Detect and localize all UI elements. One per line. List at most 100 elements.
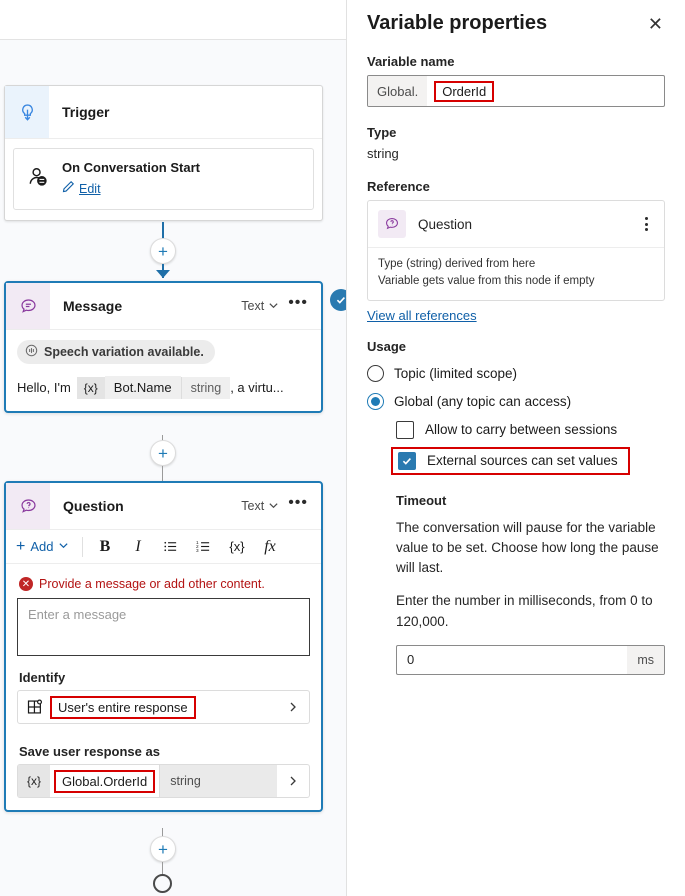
checkbox-external-sources-label: External sources can set values bbox=[427, 453, 618, 468]
error-circle-icon: ✕ bbox=[19, 577, 33, 591]
question-kind-label[interactable]: Text bbox=[241, 499, 264, 513]
checkbox-external-sources-row[interactable]: External sources can set values bbox=[391, 447, 630, 475]
variable-properties-panel: Variable properties ✕ Variable name Glob… bbox=[347, 0, 685, 896]
more-horizontal-icon[interactable]: ••• bbox=[283, 298, 311, 314]
checkbox-external-sources[interactable] bbox=[398, 452, 416, 470]
timeout-field[interactable]: 0 ms bbox=[396, 645, 665, 675]
pencil-icon bbox=[62, 180, 75, 199]
message-text-prefix: Hello, I'm bbox=[17, 380, 71, 395]
trigger-edit-link[interactable]: Edit bbox=[79, 180, 101, 198]
message-bubble-icon bbox=[6, 283, 50, 329]
canvas-topbar bbox=[0, 0, 347, 40]
chevron-right-icon[interactable] bbox=[277, 701, 309, 713]
on-conversation-start-title: On Conversation Start bbox=[62, 159, 200, 178]
bulleted-list-icon[interactable] bbox=[154, 533, 187, 561]
variable-name-input[interactable]: OrderId bbox=[434, 81, 494, 102]
trigger-node-header: Trigger bbox=[5, 86, 322, 138]
usage-option-topic[interactable]: Topic (limited scope) bbox=[367, 365, 665, 382]
reference-card-header: Question bbox=[368, 201, 664, 248]
checkbox-carry-between-sessions-row[interactable]: Allow to carry between sessions bbox=[396, 421, 665, 439]
timeout-input[interactable]: 0 bbox=[397, 652, 627, 667]
numbered-list-icon[interactable]: 1 2 3 bbox=[187, 533, 220, 561]
checkbox-carry-between-sessions[interactable] bbox=[396, 421, 414, 439]
message-node-header: Message Text ••• bbox=[6, 283, 321, 330]
message-text-suffix: , a virtu... bbox=[230, 380, 283, 395]
question-error-message: ✕ Provide a message or add other content… bbox=[19, 577, 310, 591]
timeout-description-1: The conversation will pause for the vari… bbox=[396, 518, 665, 579]
question-error-text: Provide a message or add other content. bbox=[39, 577, 265, 591]
message-node-header-actions: Text ••• bbox=[241, 298, 321, 314]
save-response-field[interactable]: {x} Global.OrderId string bbox=[17, 764, 310, 798]
view-all-references-link[interactable]: View all references bbox=[367, 308, 477, 323]
reference-card-line1: Type (string) derived from here bbox=[378, 256, 654, 273]
add-content-label: Add bbox=[30, 539, 53, 554]
save-response-value: Global.OrderId bbox=[54, 770, 155, 793]
timeout-unit-label: ms bbox=[627, 646, 664, 674]
reference-card[interactable]: Question Type (string) derived from here… bbox=[367, 200, 665, 301]
message-kind-label[interactable]: Text bbox=[241, 299, 264, 313]
end-circle-icon bbox=[153, 874, 172, 893]
message-token-type: string bbox=[181, 377, 231, 399]
speech-variation-text: Speech variation available. bbox=[44, 345, 204, 359]
message-node-title: Message bbox=[63, 298, 241, 314]
bold-button[interactable]: B bbox=[88, 533, 121, 561]
question-node-header: Question Text ••• bbox=[6, 483, 321, 530]
chevron-down-icon[interactable] bbox=[268, 499, 279, 514]
variable-name-label: Variable name bbox=[367, 54, 665, 69]
question-node-title: Question bbox=[63, 498, 241, 514]
save-response-label: Save user response as bbox=[19, 744, 310, 759]
insert-variable-button[interactable]: {x} bbox=[220, 533, 253, 561]
connector-message-question-bottom bbox=[162, 466, 163, 482]
radio-topic[interactable] bbox=[367, 365, 384, 382]
add-node-button-1[interactable]: + bbox=[150, 238, 176, 264]
reference-label: Reference bbox=[367, 179, 665, 194]
message-token-x: {x} bbox=[77, 377, 105, 399]
variable-name-prefix: Global. bbox=[368, 76, 427, 106]
trigger-edit-link-row[interactable]: Edit bbox=[62, 180, 200, 199]
reference-card-line2: Variable gets value from this node if em… bbox=[378, 273, 654, 290]
speech-variation-pill: Speech variation available. bbox=[17, 340, 215, 364]
speech-waveform-icon bbox=[25, 344, 38, 360]
radio-global[interactable] bbox=[367, 393, 384, 410]
more-horizontal-icon[interactable]: ••• bbox=[283, 498, 311, 514]
app-root: Trigger On Conversation Start bbox=[0, 0, 685, 896]
more-vertical-icon[interactable] bbox=[639, 217, 654, 231]
identify-label: Identify bbox=[19, 670, 310, 685]
chevron-right-icon[interactable] bbox=[277, 775, 309, 787]
chevron-down-icon bbox=[58, 539, 69, 554]
chevron-down-icon[interactable] bbox=[268, 299, 279, 314]
question-node-header-actions: Text ••• bbox=[241, 498, 321, 514]
on-conversation-start-card[interactable]: On Conversation Start Edit bbox=[13, 148, 314, 210]
reference-card-title: Question bbox=[418, 217, 639, 232]
identify-field[interactable]: User's entire response bbox=[17, 690, 310, 724]
plus-icon: + bbox=[16, 539, 25, 555]
question-bubble-icon bbox=[378, 210, 406, 238]
italic-button[interactable]: I bbox=[121, 533, 154, 561]
checkbox-carry-between-sessions-label: Allow to carry between sessions bbox=[425, 422, 617, 437]
add-node-button-2[interactable]: + bbox=[150, 440, 176, 466]
message-node[interactable]: Message Text ••• bbox=[4, 281, 323, 413]
trigger-node-title: Trigger bbox=[62, 104, 322, 120]
on-conversation-start-text: On Conversation Start Edit bbox=[62, 159, 200, 199]
close-icon[interactable]: ✕ bbox=[646, 12, 665, 36]
add-content-button[interactable]: + Add bbox=[12, 539, 77, 555]
trigger-node[interactable]: Trigger On Conversation Start bbox=[4, 85, 323, 221]
variable-name-field[interactable]: Global. OrderId bbox=[367, 75, 665, 107]
timeout-label: Timeout bbox=[396, 493, 665, 508]
panel-header: Variable properties ✕ bbox=[367, 12, 665, 36]
reference-card-body: Type (string) derived from here Variable… bbox=[368, 248, 664, 300]
connector-arrow-1 bbox=[156, 270, 170, 278]
usage-label: Usage bbox=[367, 339, 665, 354]
trigger-node-body: On Conversation Start Edit bbox=[5, 138, 322, 210]
add-node-button-3[interactable]: + bbox=[150, 836, 176, 862]
question-node[interactable]: Question Text ••• + Add bbox=[4, 481, 323, 812]
type-label: Type bbox=[367, 125, 665, 140]
usage-option-topic-label: Topic (limited scope) bbox=[394, 366, 517, 381]
person-chat-icon bbox=[26, 165, 51, 193]
usage-option-global[interactable]: Global (any topic can access) bbox=[367, 393, 665, 410]
formula-button[interactable]: fx bbox=[253, 533, 286, 561]
question-message-input[interactable]: Enter a message bbox=[17, 598, 310, 656]
authoring-canvas: Trigger On Conversation Start bbox=[0, 0, 347, 896]
question-bubble-icon bbox=[6, 483, 50, 529]
question-rich-text-toolbar: + Add B I bbox=[6, 530, 321, 564]
